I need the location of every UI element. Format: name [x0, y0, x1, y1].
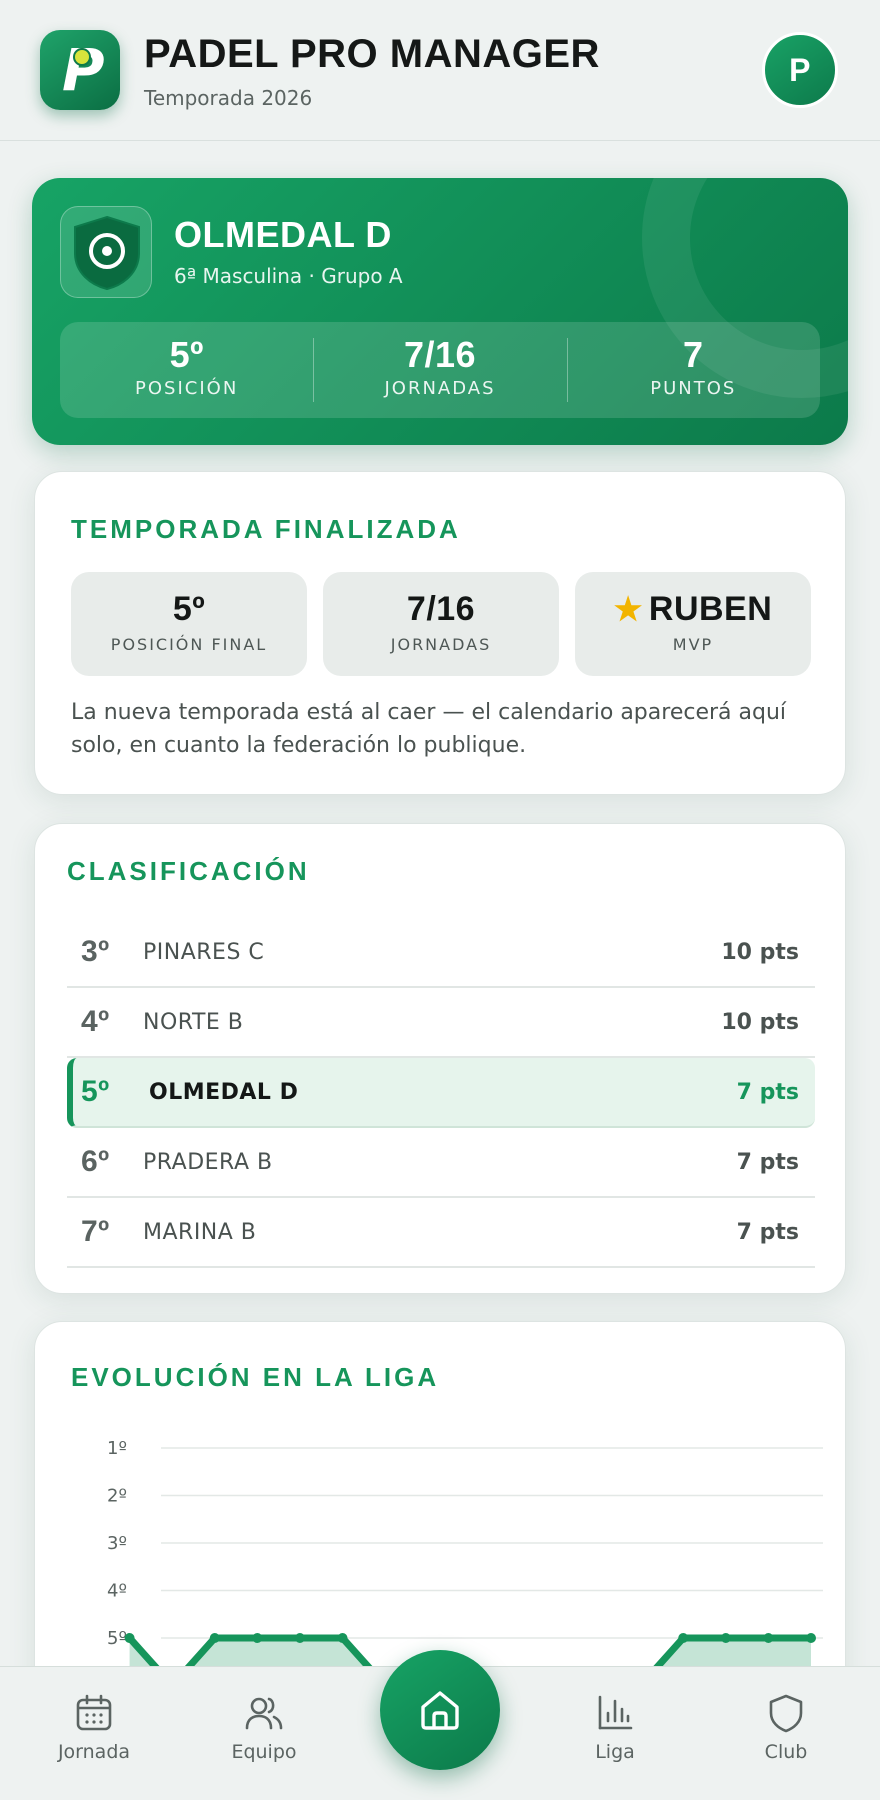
- stat-label: JORNADAS: [384, 378, 496, 399]
- stat-rounds: 7/16 JORNADAS: [313, 322, 566, 418]
- team-stats: 5º POSICIÓN 7/16 JORNADAS 7 PUNTOS: [60, 322, 820, 418]
- user-avatar[interactable]: P: [762, 32, 838, 108]
- nav-label: Equipo: [231, 1741, 297, 1763]
- data-point: [294, 1633, 305, 1643]
- team-name: OLMEDAL D: [174, 214, 392, 255]
- row-points: 7 pts: [736, 1219, 799, 1245]
- y-tick-label: 4º: [107, 1581, 127, 1602]
- row-position: 7º: [81, 1215, 110, 1248]
- standings-row[interactable]: 6º PRADERA B 7 pts: [67, 1128, 815, 1198]
- y-tick-label: 2º: [107, 1486, 127, 1507]
- star-icon: ★: [613, 591, 643, 627]
- section-title: TEMPORADA FINALIZADA: [71, 514, 461, 544]
- row-team: PINARES C: [143, 939, 265, 965]
- stat-value: 7/16: [403, 334, 477, 375]
- season-note: La nueva temporada está al caer — el cal…: [71, 700, 786, 758]
- standings-row[interactable]: 3º PINARES C 10 pts: [67, 918, 815, 988]
- y-tick-label: 3º: [107, 1533, 127, 1554]
- users-icon: [245, 1697, 283, 1730]
- bar-chart-icon: [598, 1695, 633, 1730]
- nav-label: Jornada: [57, 1741, 131, 1763]
- team-card: OLMEDAL D 6ª Masculina · Grupo A 5º POSI…: [32, 178, 848, 445]
- y-tick-label: 1º: [107, 1438, 127, 1459]
- season-tiles: 5º POSICIÓN FINAL 7/16 JORNADAS ★ RUBEN M…: [71, 572, 811, 676]
- standings-card: CLASIFICACIÓN 3º PINARES C 10 pts 4º NOR…: [34, 823, 846, 1294]
- nav-club[interactable]: Club: [716, 1693, 856, 1763]
- data-point: [678, 1633, 689, 1643]
- mvp-name: RUBEN: [648, 590, 773, 628]
- row-points: 7 pts: [736, 1079, 799, 1105]
- row-team: MARINA B: [143, 1219, 257, 1245]
- stat-position: 5º POSICIÓN: [60, 322, 313, 418]
- home-icon: [421, 1691, 459, 1730]
- shield-target-icon: [74, 215, 140, 291]
- row-points: 10 pts: [721, 1009, 799, 1035]
- nav-label: Club: [764, 1741, 808, 1763]
- data-point: [806, 1633, 816, 1643]
- app-logo: P: [40, 30, 120, 110]
- standings-row-current-team[interactable]: 5º OLMEDAL D 7 pts: [67, 1058, 815, 1128]
- team-crest: [60, 206, 152, 298]
- stat-label: PUNTOS: [650, 378, 737, 399]
- row-position: 4º: [81, 1005, 110, 1038]
- row-position: 3º: [81, 935, 110, 968]
- nav-label: Liga: [595, 1741, 635, 1763]
- stat-value: 5º: [169, 334, 204, 375]
- standings-row[interactable]: 7º MARINA B 7 pts: [67, 1198, 815, 1268]
- home-button[interactable]: [380, 1650, 500, 1770]
- data-point: [209, 1633, 220, 1643]
- tile-label: JORNADAS: [390, 635, 492, 654]
- tile-final-position: 5º POSICIÓN FINAL: [71, 572, 307, 676]
- app-header: P PADEL PRO MANAGER Temporada 2026 P: [0, 0, 880, 141]
- row-position: 5º: [81, 1075, 110, 1108]
- standings-row[interactable]: 4º NORTE B 10 pts: [67, 988, 815, 1058]
- standings-table: 3º PINARES C 10 pts 4º NORTE B 10 pts 5º…: [67, 918, 815, 1268]
- padel-ball-icon: [73, 48, 91, 66]
- row-points: 7 pts: [736, 1149, 799, 1175]
- stat-value: 7: [683, 334, 704, 375]
- tile-value: 5º: [172, 590, 206, 628]
- row-team: NORTE B: [143, 1009, 244, 1035]
- app-title: PADEL PRO MANAGER: [144, 32, 600, 76]
- tile-label: MVP: [672, 635, 714, 654]
- team-league: 6ª Masculina · Grupo A: [174, 264, 403, 288]
- nav-jornada[interactable]: Jornada: [24, 1693, 164, 1763]
- calendar-icon: [76, 1694, 112, 1731]
- season-label: Temporada 2026: [144, 86, 313, 110]
- data-point: [252, 1633, 263, 1643]
- tile-rounds: 7/16 JORNADAS: [323, 572, 559, 676]
- data-point: [720, 1633, 731, 1643]
- nav-equipo[interactable]: Equipo: [194, 1693, 334, 1763]
- y-tick-label: 5º: [107, 1628, 127, 1649]
- stat-points: 7 PUNTOS: [566, 322, 820, 418]
- tile-value: 7/16: [406, 590, 476, 628]
- stat-label: POSICIÓN: [135, 378, 239, 399]
- shield-icon: [769, 1694, 803, 1733]
- nav-liga[interactable]: Liga: [545, 1693, 685, 1763]
- tile-label: POSICIÓN FINAL: [110, 635, 268, 654]
- row-position: 6º: [81, 1145, 110, 1178]
- section-title: CLASIFICACIÓN: [67, 856, 310, 886]
- season-summary-card: TEMPORADA FINALIZADA 5º POSICIÓN FINAL 7…: [34, 471, 846, 795]
- tile-mvp: ★ RUBEN MVP: [575, 572, 811, 676]
- data-point: [763, 1633, 774, 1643]
- row-points: 10 pts: [721, 939, 799, 965]
- row-team: PRADERA B: [143, 1149, 273, 1175]
- row-team: OLMEDAL D: [149, 1079, 299, 1105]
- data-point: [337, 1633, 348, 1643]
- data-point: [124, 1633, 135, 1643]
